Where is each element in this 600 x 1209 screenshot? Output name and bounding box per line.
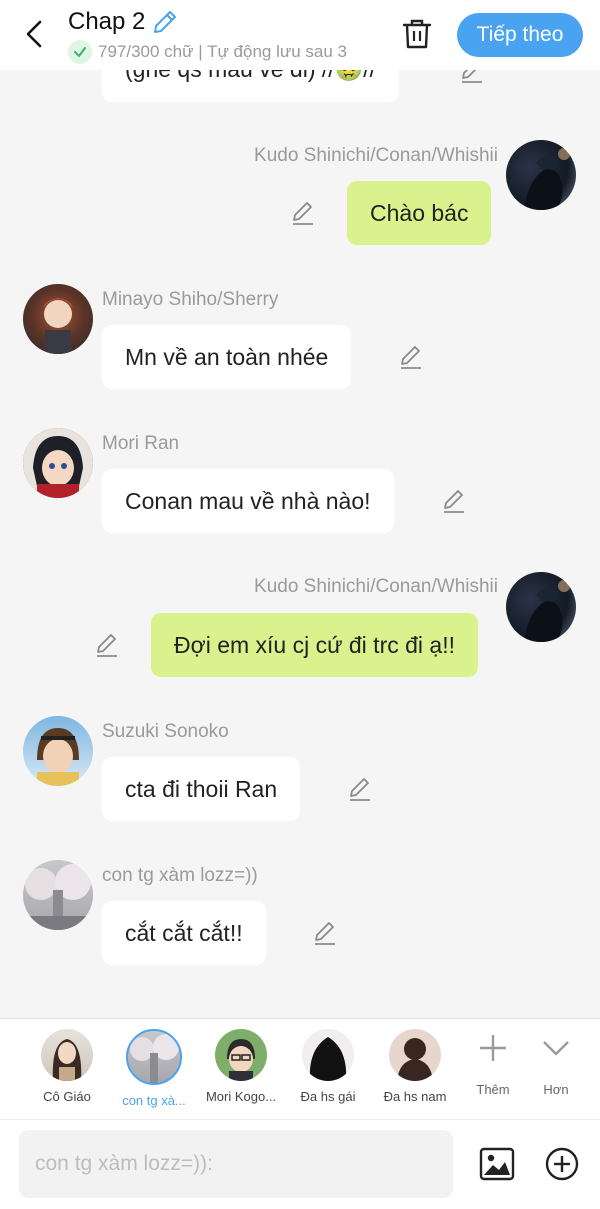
message-text: Mn về an toàn nhée (125, 343, 329, 370)
avatar[interactable] (506, 140, 576, 210)
character-selector: Cô Giáo con tg xà... Mori Kogo... Đa hs … (0, 1018, 600, 1120)
chat-messages[interactable]: (ghé qs mau về đi) //🤢// Kudo Shinichi/C… (0, 0, 600, 1018)
avatar (215, 1029, 267, 1081)
edit-icon[interactable] (312, 920, 338, 946)
add-label: Thêm (476, 1082, 510, 1097)
message-bubble[interactable]: Chào bác (347, 181, 492, 245)
message-bubble[interactable]: Mn về an toàn nhée (102, 325, 352, 389)
avatar[interactable] (23, 860, 93, 930)
avatar[interactable] (506, 572, 576, 642)
character-label: Đa hs gái (300, 1089, 356, 1104)
chapter-title[interactable]: Chap 2 (68, 8, 145, 36)
edit-icon[interactable] (290, 200, 316, 226)
message-bubble[interactable]: Đợi em xíu cj cứ đi trc đi ạ!! (151, 613, 478, 677)
message-text: cắt cắt cắt!! (125, 919, 243, 946)
trash-icon[interactable] (400, 17, 434, 51)
check-icon (68, 40, 92, 64)
character-label: Cô Giáo (43, 1089, 91, 1104)
character-item[interactable]: Cô Giáo (23, 1029, 111, 1104)
plus-icon (480, 1035, 506, 1061)
sender-name: con tg xàm lozz=)) (102, 865, 258, 886)
title-row: Chap 2 (68, 8, 179, 36)
character-label: Đa hs nam (383, 1089, 447, 1104)
avatar (126, 1029, 182, 1085)
sender-name: Kudo Shinichi/Conan/Whishii (254, 576, 498, 597)
word-count-status: 797/300 chữ | Tự động lưu sau 3 (98, 42, 348, 61)
chevron-down-icon (543, 1041, 569, 1056)
avatar[interactable] (23, 716, 93, 786)
message-text: Chào bác (370, 199, 469, 226)
character-item[interactable]: Đa hs gái (284, 1029, 372, 1104)
edit-icon[interactable] (94, 632, 120, 658)
sender-name: Suzuki Sonoko (102, 721, 229, 742)
character-item[interactable] (0, 1029, 8, 1081)
avatar (302, 1029, 354, 1081)
character-item[interactable]: Đa hs nam (371, 1029, 459, 1104)
message-text: Đợi em xíu cj cứ đi trc đi ạ!! (174, 631, 455, 658)
edit-icon[interactable] (347, 776, 373, 802)
character-label: Mori Kogo... (205, 1089, 277, 1104)
add-character-button[interactable]: Thêm (466, 1033, 520, 1097)
character-item-selected[interactable]: con tg xà... (110, 1029, 198, 1108)
edit-icon[interactable] (398, 344, 424, 370)
expand-label: Hơn (543, 1082, 569, 1097)
message-bubble[interactable]: Conan mau về nhà nào! (102, 469, 394, 533)
message-text: cta đi thoii Ran (125, 775, 278, 802)
character-label: con tg xà... (122, 1093, 186, 1108)
avatar[interactable] (23, 428, 93, 498)
character-item[interactable]: Mori Kogo... (197, 1029, 285, 1104)
expand-button[interactable]: Hơn (529, 1033, 583, 1097)
edit-icon[interactable] (441, 488, 467, 514)
next-button[interactable]: Tiếp theo (457, 13, 583, 57)
message-text: Conan mau về nhà nào! (125, 487, 371, 514)
message-bubble[interactable]: cta đi thoii Ran (102, 757, 301, 821)
edit-title-icon[interactable] (151, 8, 179, 36)
sender-name: Kudo Shinichi/Conan/Whishii (254, 145, 498, 166)
avatar (41, 1029, 93, 1081)
save-status: 797/300 chữ | Tự động lưu sau 3 (68, 40, 374, 64)
back-arrow-icon[interactable] (18, 14, 54, 54)
add-circle-icon[interactable] (544, 1146, 580, 1182)
message-bubble[interactable]: cắt cắt cắt!! (102, 901, 266, 965)
top-bar: Chap 2 797/300 chữ | Tự động lưu sau 3 T… (0, 0, 600, 70)
avatar (389, 1029, 441, 1081)
sender-name: Minayo Shiho/Sherry (102, 289, 279, 310)
image-icon[interactable] (479, 1146, 515, 1182)
message-input[interactable] (19, 1130, 453, 1198)
composer (0, 1120, 600, 1209)
avatar[interactable] (23, 284, 93, 354)
sender-name: Mori Ran (102, 433, 180, 454)
